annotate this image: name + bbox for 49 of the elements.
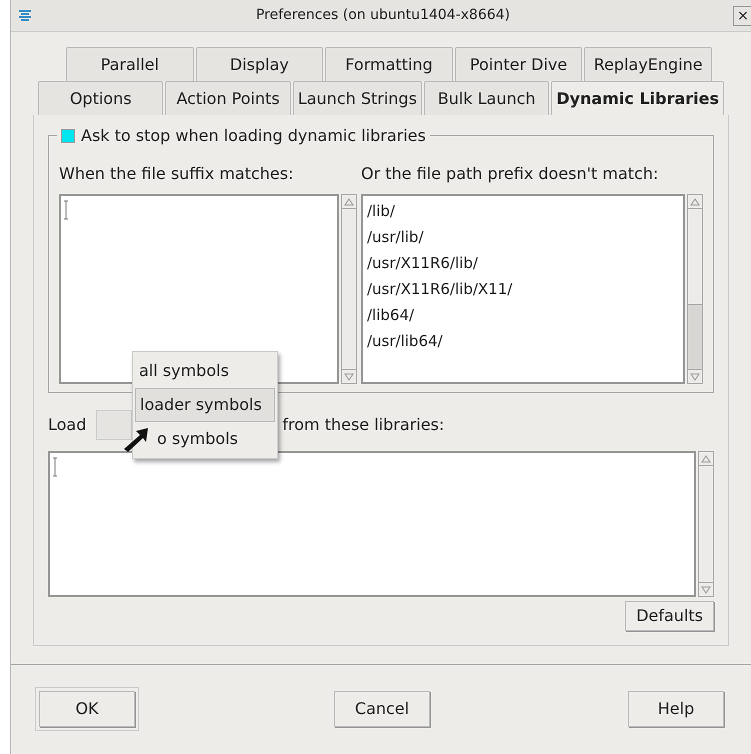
window-title: Preferences (on ubuntu1404-x8664) [254, 6, 512, 25]
up-arrow-icon[interactable] [344, 198, 354, 206]
list-box[interactable] [48, 451, 696, 597]
close-button[interactable]: × [733, 6, 751, 26]
dialog-button[interactable]: Help [628, 691, 724, 727]
mouse-pointer-icon [122, 427, 150, 453]
dialog-button[interactable]: Cancel [334, 691, 430, 727]
down-arrow-icon[interactable] [690, 372, 700, 380]
list-label: When the file suffix matches: [59, 163, 294, 185]
tab[interactable]: Dynamic Libraries [551, 81, 724, 115]
scrollbar[interactable] [341, 194, 357, 384]
app-icon [17, 8, 33, 24]
tab[interactable]: ReplayEngine [584, 47, 712, 81]
list-item[interactable]: /lib/ [367, 198, 683, 224]
menu-item[interactable]: loader symbols [135, 388, 275, 422]
text-cursor-icon [63, 200, 69, 220]
down-arrow-icon[interactable] [344, 372, 354, 380]
list-label: Or the file path prefix doesn't match: [361, 163, 660, 185]
tab[interactable]: Parallel [66, 47, 194, 81]
tab[interactable]: Pointer Dive [454, 47, 582, 81]
tab[interactable]: Bulk Launch [424, 81, 550, 115]
dialog-button[interactable]: OK [39, 691, 135, 727]
list-item[interactable]: /usr/X11R6/lib/ [367, 250, 683, 276]
list-box[interactable]: /lib/ /usr/lib/ /usr/X11R6/lib/ /usr/X11R6/lib/X11/ /lib64/ /usr/lib64/ [361, 194, 685, 384]
up-arrow-icon[interactable] [690, 198, 700, 206]
tab[interactable]: Options [38, 81, 164, 115]
load-suffix-label: from these libraries: [282, 414, 444, 436]
scroll-thumb[interactable] [688, 209, 702, 305]
tab[interactable]: Display [196, 47, 324, 81]
down-arrow-icon[interactable] [701, 586, 711, 594]
load-label: Load [48, 414, 86, 436]
option-menu-button[interactable] [96, 410, 132, 440]
scrollbar[interactable] [698, 451, 714, 597]
checkbox[interactable] [61, 129, 75, 143]
list-item[interactable]: /usr/X11R6/lib/X11/ [367, 276, 683, 302]
tab[interactable]: Formatting [325, 47, 453, 81]
tab[interactable]: Launch Strings [292, 81, 422, 115]
text-cursor-icon [52, 457, 58, 477]
list-item[interactable]: /lib64/ [367, 302, 683, 328]
scrollbar[interactable] [687, 194, 703, 384]
checkbox-label: Ask to stop when loading dynamic libraries [81, 125, 426, 147]
defaults-button[interactable]: Defaults [625, 601, 714, 631]
menu-item[interactable]: o symbols [133, 422, 277, 456]
list-item[interactable]: /usr/lib64/ [367, 328, 683, 354]
list-box[interactable] [59, 194, 339, 384]
tab[interactable]: Action Points [165, 81, 291, 115]
list-item[interactable]: /usr/lib/ [367, 224, 683, 250]
menu-item[interactable]: all symbols [133, 354, 277, 388]
up-arrow-icon[interactable] [701, 454, 711, 462]
